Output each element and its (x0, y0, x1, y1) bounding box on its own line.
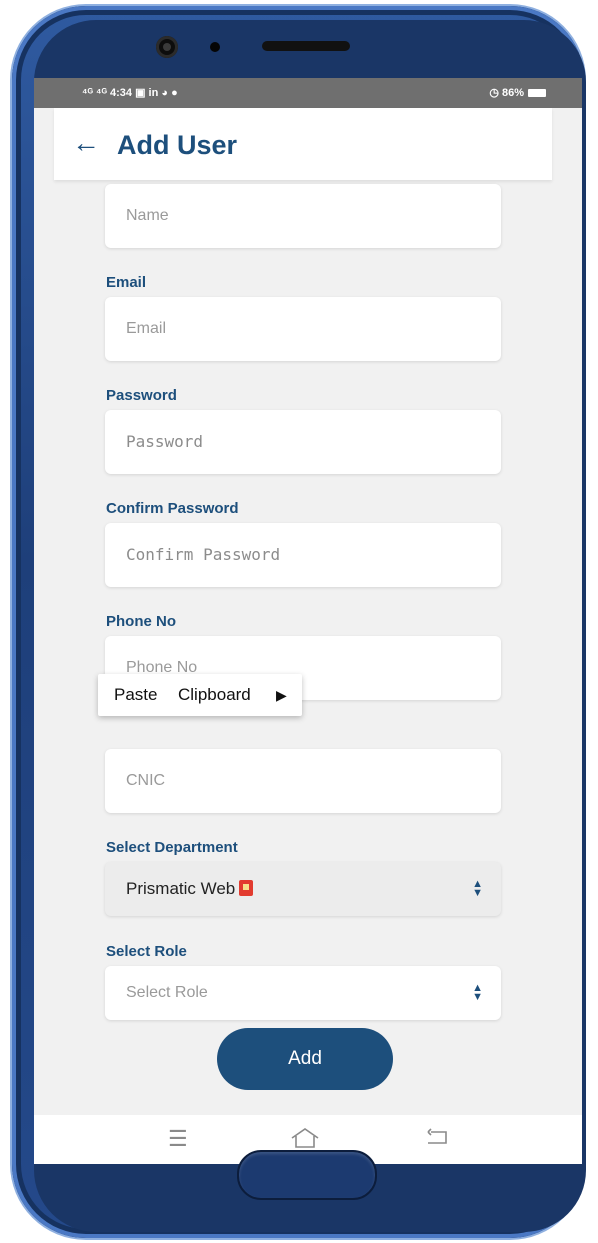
form-scroll-area[interactable]: Name Email Email Password Password Confi… (34, 180, 582, 1115)
page-title: Add User (117, 130, 238, 160)
back-icon[interactable] (426, 1127, 450, 1152)
phone-screen: ⁴ᴳ ⁴ᴳ 4:34 ▣ in ◕ ● ◷ 86% ← Add User Nam… (34, 78, 582, 1164)
cnic-input[interactable]: CNIC (105, 749, 501, 813)
email-label: Email (106, 274, 147, 291)
name-input[interactable]: Name (105, 184, 501, 248)
status-bar-right: ◷ 86% (489, 86, 546, 99)
password-label: Password (106, 387, 177, 404)
department-label: Select Department (106, 839, 238, 856)
more-arrow-icon[interactable]: ▶ (276, 674, 287, 716)
status-bar: ⁴ᴳ ⁴ᴳ 4:34 ▣ in ◕ ● ◷ 86% (34, 78, 582, 108)
arrow-left-icon[interactable]: ← (72, 128, 100, 158)
proximity-sensor (210, 42, 220, 52)
physical-home-button[interactable] (237, 1150, 377, 1200)
email-input[interactable]: Email (105, 297, 501, 361)
paste-menu-item[interactable]: Paste (114, 674, 157, 716)
role-select[interactable]: Select Role ▲ ▼ (105, 966, 501, 1020)
select-arrows-icon: ▲ ▼ (472, 982, 483, 1003)
department-select[interactable]: Prismatic Web ▲ ▼ (105, 862, 501, 916)
front-camera (156, 36, 178, 58)
clipboard-menu-item[interactable]: Clipboard (178, 674, 251, 716)
paste-context-menu: Paste Clipboard ▶ (98, 674, 302, 716)
menu-icon[interactable]: ☰ (168, 1127, 188, 1151)
phone-label: Phone No (106, 613, 176, 630)
password-input[interactable]: Password (105, 410, 501, 474)
status-bar-left: ⁴ᴳ ⁴ᴳ 4:34 ▣ in ◕ ● (82, 87, 178, 99)
app-bar: ← Add User (54, 108, 552, 180)
earpiece-speaker (262, 41, 350, 51)
department-value: Prismatic Web (126, 879, 236, 898)
role-label: Select Role (106, 943, 187, 960)
add-button[interactable]: Add (217, 1028, 393, 1090)
flag-emoji-icon (239, 880, 254, 896)
role-placeholder: Select Role (126, 984, 208, 1001)
battery-percent: ◷ 86% (489, 87, 524, 99)
confirm-password-input[interactable]: Confirm Password (105, 523, 501, 587)
confirm-password-label: Confirm Password (106, 500, 239, 517)
battery-icon (528, 89, 546, 97)
select-arrows-icon: ▲ ▼ (472, 878, 483, 899)
